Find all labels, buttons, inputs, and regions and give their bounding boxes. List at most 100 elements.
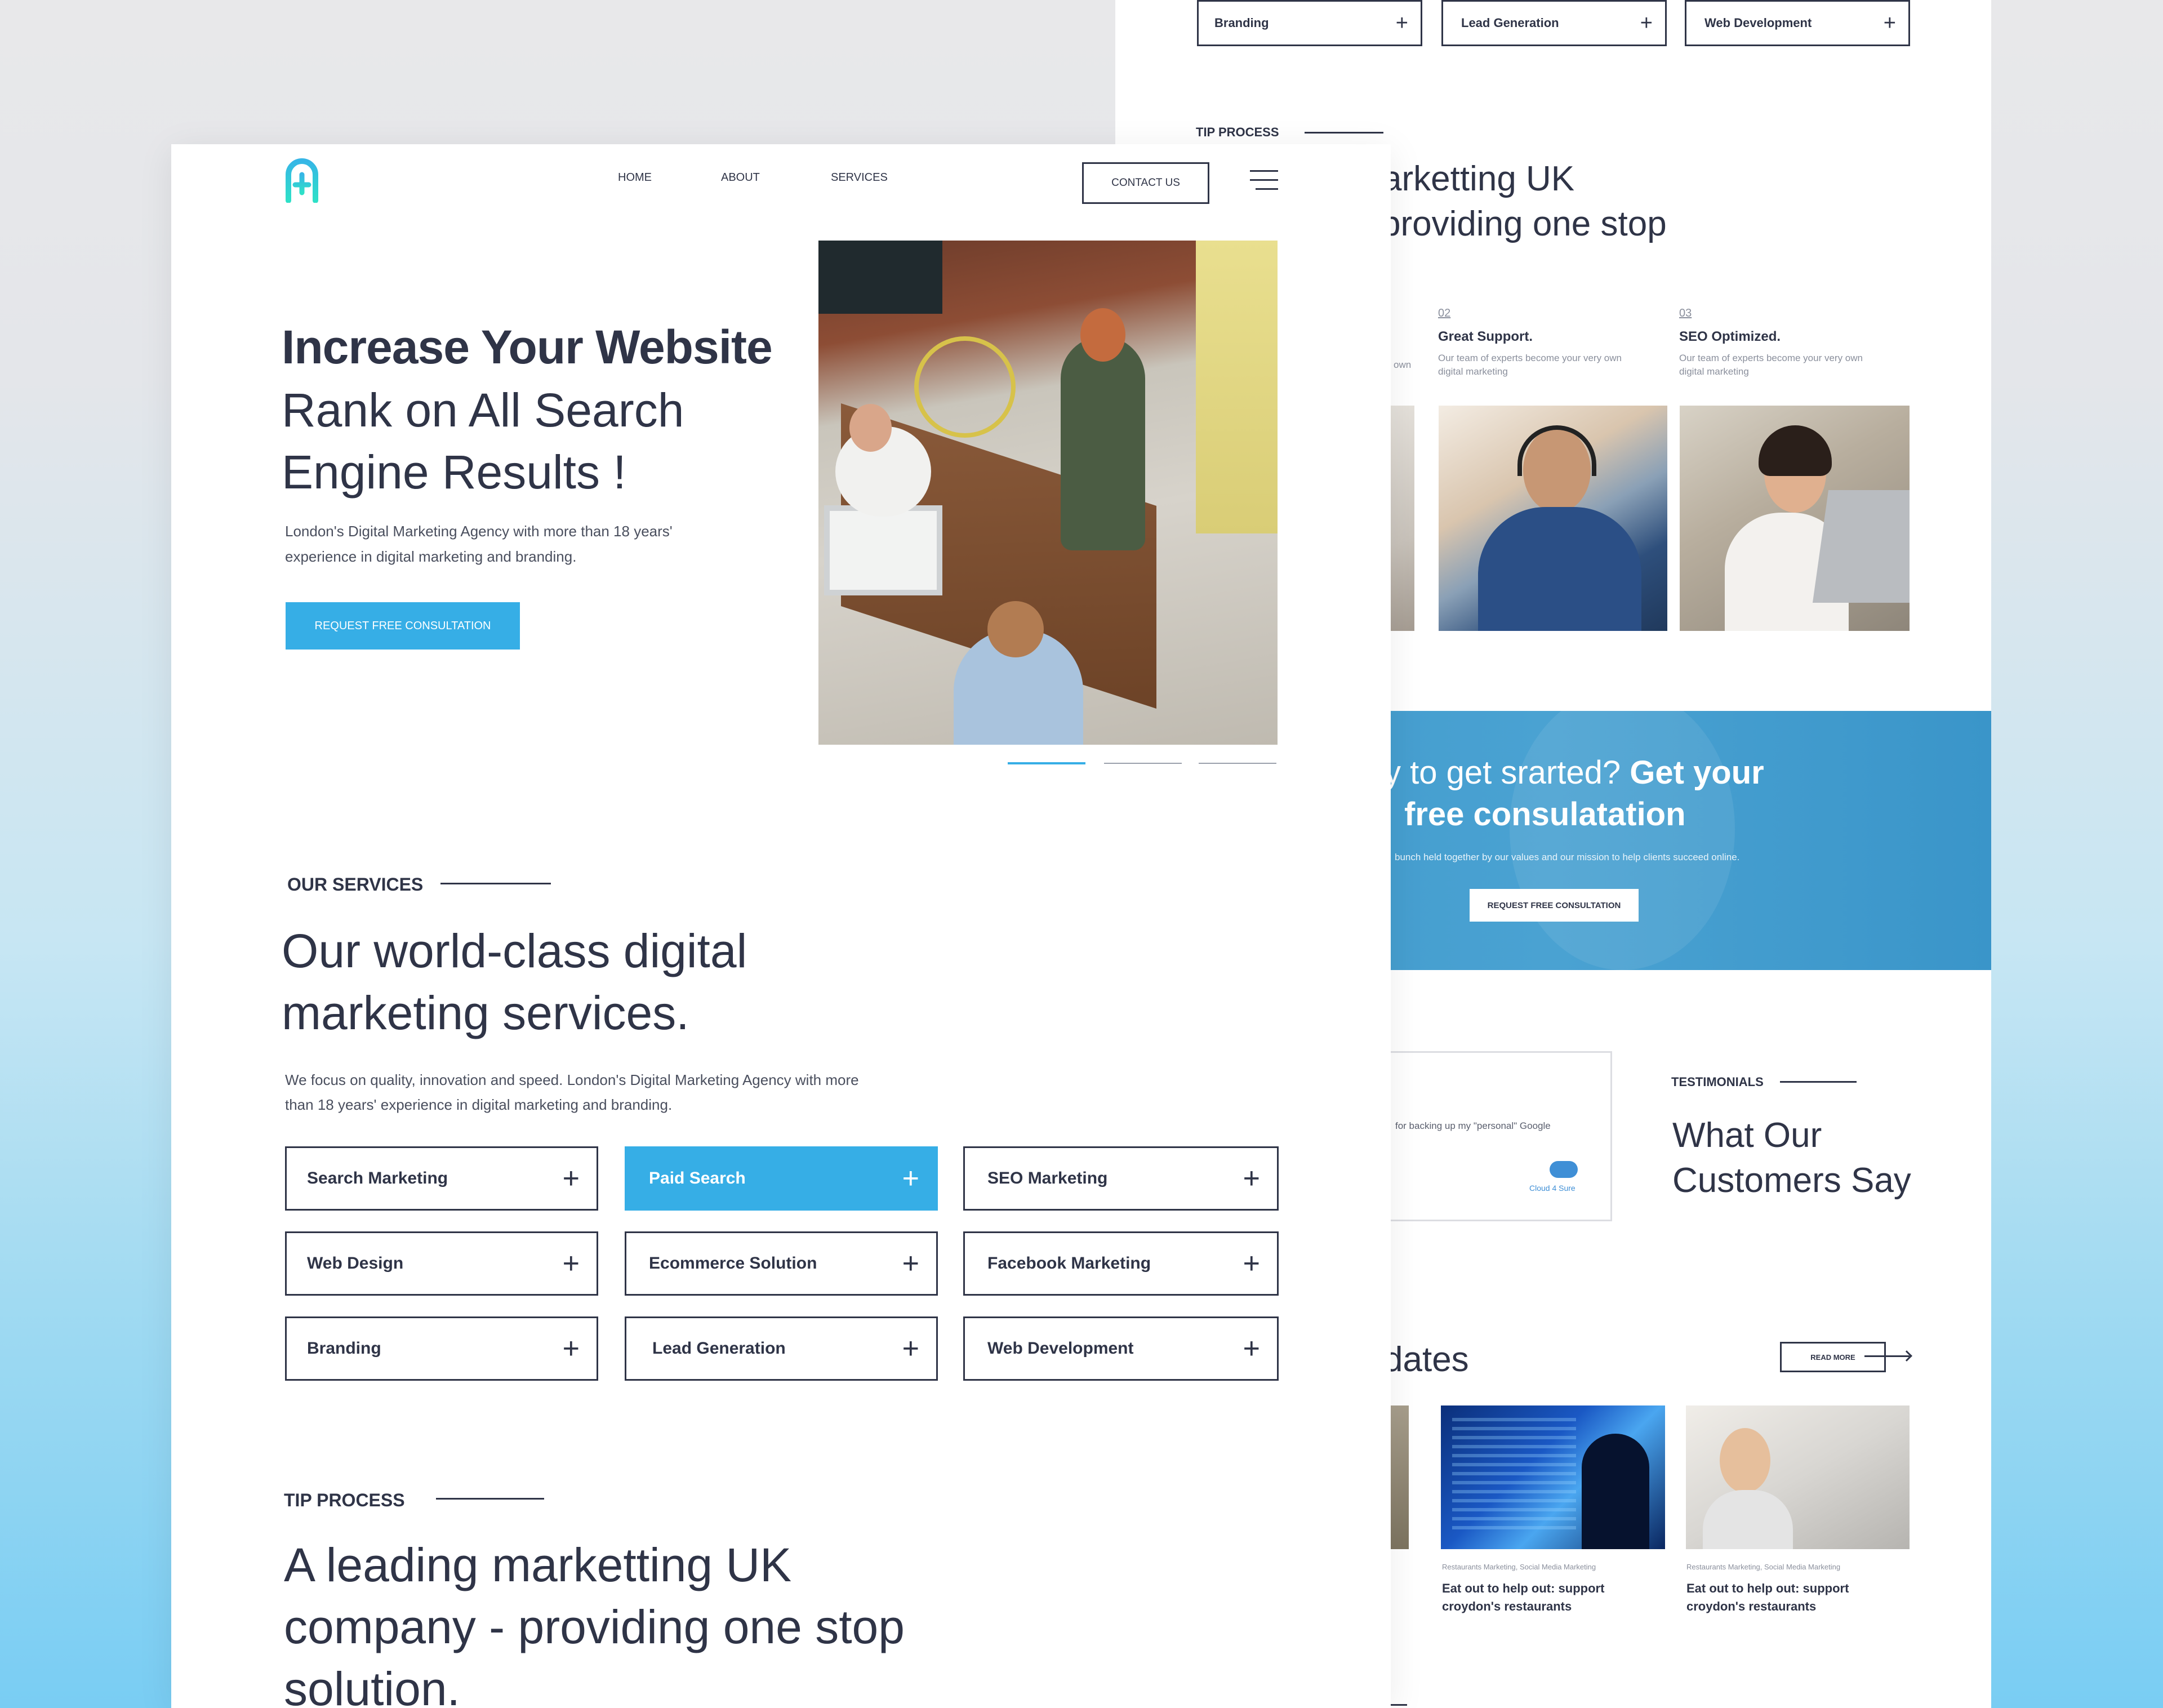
nav-services[interactable]: SERVICES [831,171,888,184]
cta-band-overlay [1510,711,1735,970]
service-facebook-marketing[interactable]: Facebook Marketing + [963,1231,1279,1296]
post-tags: Restaurants Marketing, Social Media Mark… [1442,1563,1596,1571]
logo-icon[interactable] [284,158,320,203]
testimonials-label: TESTIMONIALS [1671,1075,1764,1089]
feature-title: Great Support. [1438,329,1533,344]
nav-about[interactable]: ABOUT [721,171,760,184]
tip-title-2: company - providing one stop [284,1600,905,1653]
services-label: OUR SERVICES [287,874,424,895]
back-tip-line2: providing one stop [1381,204,1667,243]
cta-band-button[interactable]: REQUEST FREE CONSULTATION [1470,889,1639,922]
cloud-logo-icon [1550,1161,1578,1178]
service-web-design[interactable]: Web Design + [285,1231,598,1296]
person-standing-head [1080,308,1125,362]
plus-icon: + [1640,11,1653,35]
person-hair [1759,425,1832,476]
feature-desc: Our team of experts become your very own [1679,353,1863,363]
person-body [1703,1490,1793,1549]
testimonials-title-2: Customers Say [1672,1161,1911,1200]
window [818,241,942,314]
monitor [824,505,942,595]
tip-title-1: A leading marketting UK [284,1538,792,1591]
hero-cta-button[interactable]: REQUEST FREE CONSULTATION [286,602,520,650]
cta-band-heading-2: free consulatation [1404,796,1686,833]
services-title-2: marketing services. [282,986,689,1039]
back-feature-partial: own [1394,359,1412,370]
cta-band-subtext: bunch held together by our values and ou… [1395,852,1740,862]
plus-icon: + [1243,1247,1260,1280]
person-front-head [987,601,1044,657]
hamburger-menu-icon[interactable] [1250,170,1278,190]
updates-title: dates [1383,1340,1469,1379]
post-title: croydon's restaurants [1686,1599,1817,1613]
tip-label: TIP PROCESS [284,1490,405,1510]
back-service-branding[interactable]: Branding + [1197,0,1422,46]
service-branding[interactable]: Branding + [285,1316,598,1381]
slider-indicator-3[interactable] [1199,763,1276,764]
service-web-development[interactable]: Web Development + [963,1316,1279,1381]
post-title: croydon's restaurants [1442,1599,1572,1613]
plus-icon: + [902,1332,919,1365]
back-service-lead-generation[interactable]: Lead Generation + [1441,0,1667,46]
plus-icon: + [1243,1332,1260,1365]
back-feature-03: 03 SEO Optimized. Our team of experts be… [1679,307,1910,377]
testimonial-quote: for backing up my "personal" Google [1395,1120,1551,1131]
laptop [1812,490,1910,603]
plus-icon: + [1243,1162,1260,1195]
services-desc-1: We focus on quality, innovation and spee… [285,1071,859,1088]
testimonial-brand: Cloud 4 Sure [1529,1184,1575,1193]
cta-band-heading-1: y to get srarted? Get your [1385,754,1764,791]
update-post-1[interactable]: Restaurants Marketing, Social Media Mark… [1442,1563,1667,1614]
plus-icon: + [902,1162,919,1195]
bicycle [914,336,1016,438]
screen-grid [1452,1417,1576,1529]
testimonials-title-1: What Our [1672,1116,1822,1155]
back-tip-label: TIP PROCESS [1196,125,1279,139]
divider [436,1498,544,1500]
update-photo-office-woman [1686,1405,1910,1549]
hero-title-line2: Rank on All Search [282,384,684,437]
arrow-right-icon[interactable] [1864,1350,1912,1362]
divider [1305,132,1383,134]
person-standing [1061,336,1145,550]
post-title: Eat out to help out: support [1686,1581,1849,1595]
plus-icon: + [902,1247,919,1280]
slider-indicator-1[interactable] [1008,762,1085,764]
service-ecommerce-solution[interactable]: Ecommerce Solution + [625,1231,938,1296]
plus-icon: + [562,1162,580,1195]
read-more-button[interactable]: READ MORE [1780,1342,1886,1372]
yellow-wall [1196,241,1278,533]
plus-icon: + [1883,11,1896,35]
nav-home[interactable]: HOME [618,171,652,184]
feature-number: 03 [1679,307,1692,319]
post-title: Eat out to help out: support [1442,1581,1605,1595]
contact-us-button[interactable]: CONTACT US [1082,162,1209,204]
person-head [1720,1428,1770,1493]
tip-title-3: solution. [284,1662,460,1708]
update-post-2[interactable]: Restaurants Marketing, Social Media Mark… [1686,1563,1912,1614]
plus-icon: + [562,1247,580,1280]
feature-photo-support-agent [1439,406,1667,631]
post-tags: Restaurants Marketing, Social Media Mark… [1686,1563,1841,1571]
plus-icon: + [562,1332,580,1365]
slider-indicator-2[interactable] [1104,763,1182,764]
headset [1517,425,1596,476]
hero-subtitle-2: experience in digital marketing and bran… [285,548,577,565]
feature-desc: digital marketing [1438,366,1508,377]
person-silhouette [1582,1434,1649,1549]
service-search-marketing[interactable]: Search Marketing + [285,1146,598,1211]
back-service-web-development[interactable]: Web Development + [1685,0,1910,46]
service-paid-search[interactable]: Paid Search + [625,1146,938,1211]
feature-desc: Our team of experts become your very own [1438,353,1622,363]
service-seo-marketing[interactable]: SEO Marketing + [963,1146,1279,1211]
hero-subtitle-1: London's Digital Marketing Agency with m… [285,523,673,540]
services-desc-2: than 18 years' experience in digital mar… [285,1096,673,1113]
feature-title: SEO Optimized. [1679,329,1781,344]
service-lead-generation[interactable]: Lead Generation + [625,1316,938,1381]
hero-title-bold: Increase Your Website [282,321,773,373]
person-body [1478,507,1641,631]
update-photo-trading-screens [1441,1405,1665,1549]
hero-photo-office-team [818,241,1278,745]
front-page: HOME ABOUT SERVICES CONTACT US Increase … [171,144,1391,1708]
services-title-1: Our world-class digital [282,924,747,977]
